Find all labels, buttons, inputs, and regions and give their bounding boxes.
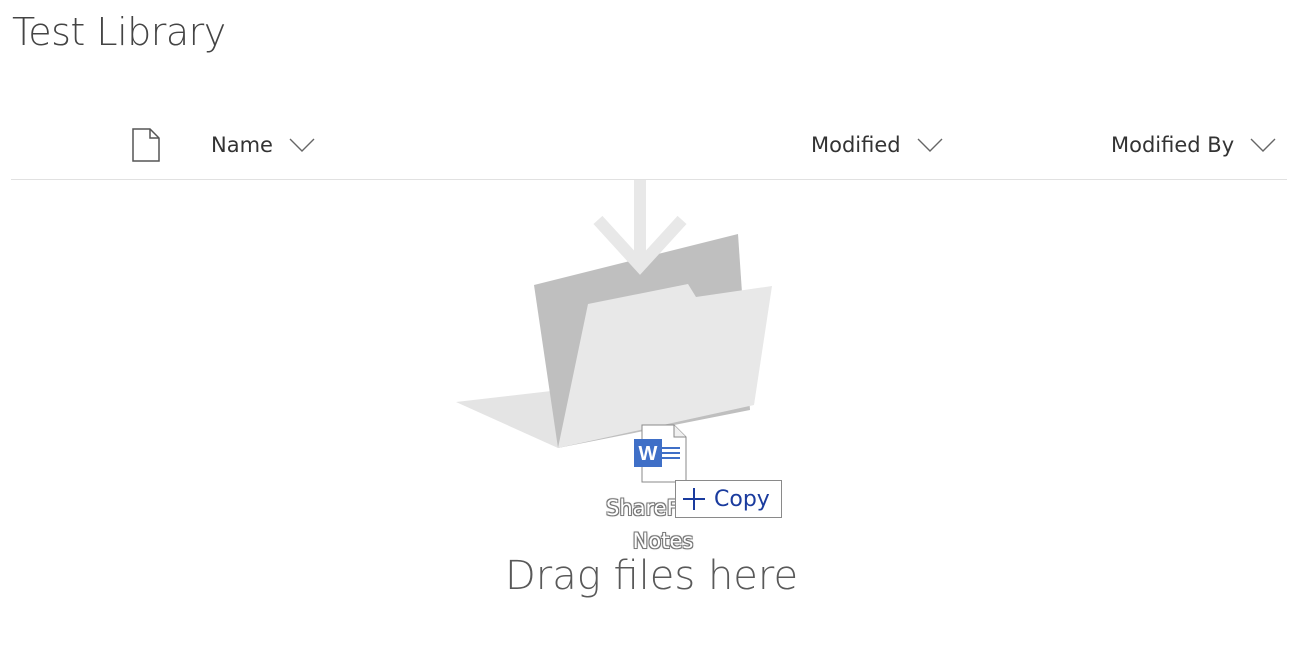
word-document-icon: W	[634, 424, 687, 483]
library-title: Test Library	[12, 10, 226, 54]
column-header-name[interactable]: Name	[211, 132, 315, 158]
column-header-modified-by-label: Modified By	[1111, 133, 1235, 157]
column-header-row: Name Modified Modified By	[11, 118, 1287, 180]
column-header-modified-label: Modified	[811, 133, 901, 157]
empty-state-message: Drag files here	[505, 553, 799, 599]
plus-icon	[683, 488, 705, 510]
column-header-name-label: Name	[211, 133, 273, 157]
chevron-down-icon	[1250, 138, 1276, 152]
chevron-down-icon	[917, 138, 943, 152]
drag-copy-label: Copy	[714, 486, 770, 512]
document-icon[interactable]	[131, 128, 161, 162]
drag-copy-badge: Copy	[675, 480, 782, 518]
folder-drop-icon	[456, 180, 772, 448]
column-header-modified[interactable]: Modified	[811, 132, 943, 158]
document-library-page: Test Library Name Modified Modified By W…	[0, 0, 1304, 652]
chevron-down-icon	[289, 138, 315, 152]
column-header-modified-by[interactable]: Modified By	[1111, 132, 1276, 158]
svg-text:W: W	[639, 443, 658, 465]
